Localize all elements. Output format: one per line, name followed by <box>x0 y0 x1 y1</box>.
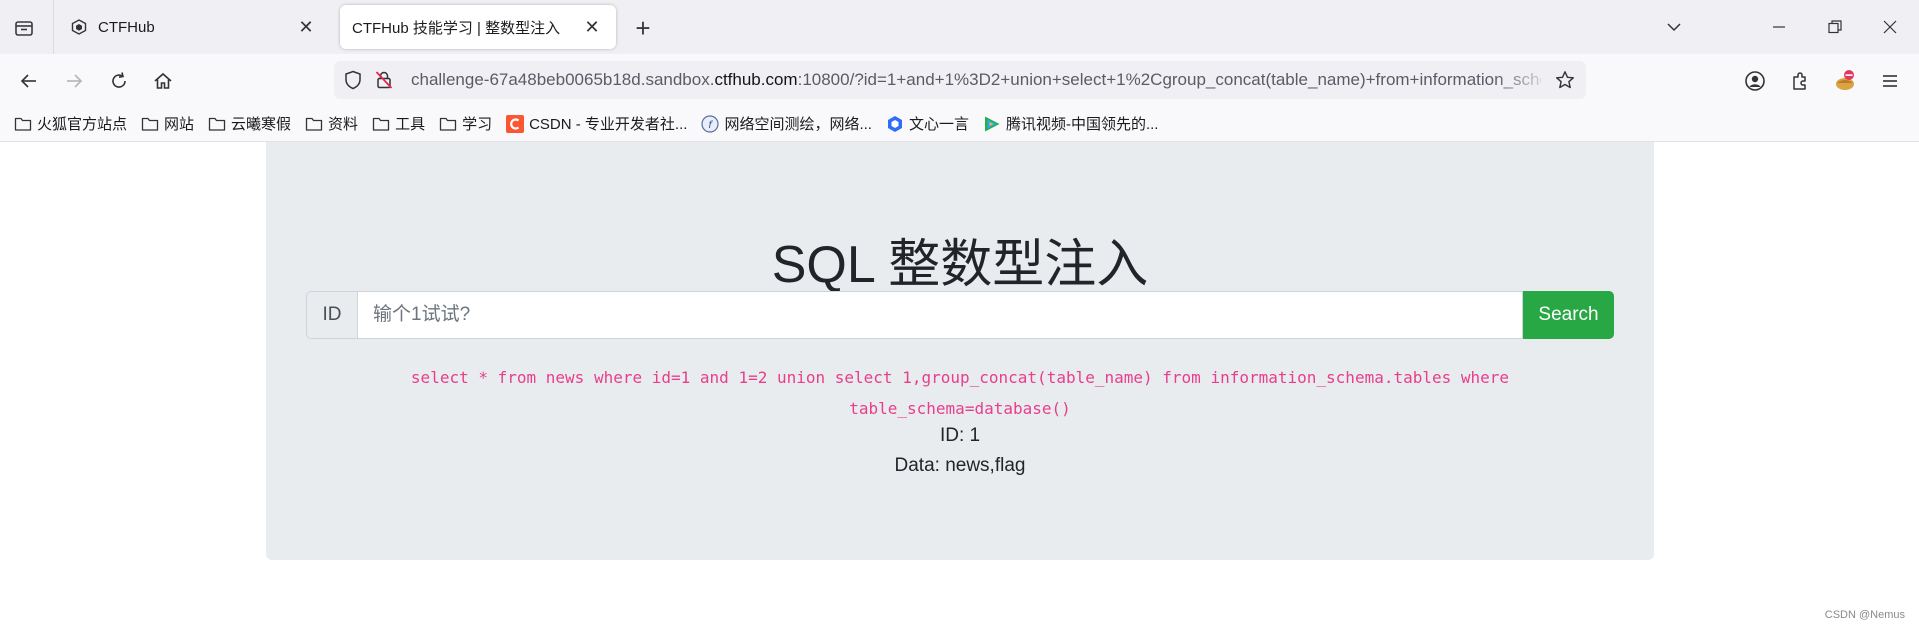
bookmark-folder-xuexi[interactable]: 学习 <box>439 110 492 138</box>
id-input[interactable] <box>357 291 1523 339</box>
bookmark-folder-ziliao[interactable]: 资料 <box>305 110 358 138</box>
tencent-video-icon <box>983 115 1001 133</box>
tab-sql-injection[interactable]: CTFHub 技能学习 | 整数型注入 ✕ <box>340 5 616 49</box>
bookmark-fofa[interactable]: f 网络空间测绘，网络... <box>701 110 872 138</box>
tab-strip: CTFHub ✕ CTFHub 技能学习 | 整数型注入 ✕ + <box>0 0 1919 54</box>
bookmark-label: 工具 <box>395 116 426 133</box>
extension-avatar-icon[interactable] <box>1829 65 1861 97</box>
bookmark-label: 网络空间测绘，网络... <box>724 116 872 133</box>
chevron-down-icon[interactable] <box>1658 12 1690 42</box>
bookmark-csdn[interactable]: CSDN - 专业开发者社... <box>506 110 687 138</box>
bookmark-folder-wangzhan[interactable]: 网站 <box>141 110 194 138</box>
close-window-icon[interactable] <box>1874 12 1906 42</box>
tab-list-icon[interactable] <box>8 12 40 44</box>
tab-divider <box>53 0 54 54</box>
restore-icon[interactable] <box>1819 12 1851 42</box>
bookmark-label: 腾讯视频-中国领先的... <box>1005 116 1159 133</box>
bookmark-label: 火狐官方站点 <box>37 116 128 133</box>
result-data: Data: news,flag <box>894 455 1026 476</box>
sql-query: select * from news where id=1 and 1=2 un… <box>410 368 1510 418</box>
menu-icon[interactable] <box>1874 65 1906 97</box>
close-tab-icon[interactable]: ✕ <box>294 15 318 39</box>
forward-arrow-icon[interactable] <box>58 65 90 97</box>
bookmark-label: 资料 <box>328 116 359 133</box>
folder-icon <box>14 115 32 133</box>
search-button[interactable]: Search <box>1523 291 1614 339</box>
wenxin-icon <box>886 115 904 133</box>
page-content: SQL 整数型注入 ID Search select * from news w… <box>0 142 1919 629</box>
bookmark-tencent-video[interactable]: 腾讯视频-中国领先的... <box>983 110 1159 138</box>
folder-icon <box>208 115 226 133</box>
bookmark-label: 网站 <box>164 116 195 133</box>
ctfhub-favicon-icon <box>70 18 88 36</box>
page-title: SQL 整数型注入 <box>771 236 1149 294</box>
url-prefix: challenge-67a48beb0065b18d.sandbox. <box>411 70 715 89</box>
minimize-icon[interactable] <box>1763 12 1795 42</box>
insecure-lock-icon[interactable] <box>374 70 394 90</box>
new-tab-icon[interactable]: + <box>628 13 658 43</box>
bookmarks-toolbar: 火狐官方站点 网站 云曦寒假 资料 工具 学习 CSDN - 专业开发者社...… <box>0 106 1919 142</box>
result-id: ID: 1 <box>939 425 981 446</box>
bookmark-wenxin[interactable]: 文心一言 <box>886 110 969 138</box>
bookmark-label: 学习 <box>462 116 493 133</box>
jumbotron: SQL 整数型注入 ID Search select * from news w… <box>266 142 1654 560</box>
bookmark-star-icon[interactable] <box>1555 70 1575 90</box>
url-fade <box>1494 63 1554 97</box>
account-icon[interactable] <box>1739 65 1771 97</box>
id-input-group: ID Search <box>306 291 1614 339</box>
bookmark-folder-yunxi[interactable]: 云曦寒假 <box>208 110 291 138</box>
bookmark-label: CSDN - 专业开发者社... <box>529 116 688 133</box>
url-bar[interactable]: challenge-67a48beb0065b18d.sandbox.ctfhu… <box>334 61 1586 99</box>
folder-icon <box>439 115 457 133</box>
close-tab-icon[interactable]: ✕ <box>580 15 604 39</box>
back-arrow-icon[interactable] <box>13 65 45 97</box>
folder-icon <box>372 115 390 133</box>
extensions-icon[interactable] <box>1784 65 1816 97</box>
fofa-icon: f <box>701 114 720 133</box>
url-suffix: :10800/?id=1+and+1%3D2+union+select+1%2C… <box>797 70 1541 89</box>
bookmark-folder-huohu[interactable]: 火狐官方站点 <box>14 110 127 138</box>
folder-icon <box>305 115 323 133</box>
bookmark-label: 云曦寒假 <box>231 116 292 133</box>
url-domain: ctfhub.com <box>714 70 798 89</box>
watermark: CSDN @Nemus <box>1824 609 1905 621</box>
shield-icon[interactable] <box>343 70 363 90</box>
home-icon[interactable] <box>147 65 179 97</box>
url-text[interactable]: challenge-67a48beb0065b18d.sandbox.ctfhu… <box>411 70 1541 90</box>
bookmark-label: 文心一言 <box>908 116 969 133</box>
folder-icon <box>141 115 159 133</box>
tab-title: CTFHub 技能学习 | 整数型注入 <box>352 19 561 37</box>
tab-ctfhub[interactable]: CTFHub ✕ <box>58 5 330 49</box>
bookmark-folder-gongju[interactable]: 工具 <box>372 110 425 138</box>
csdn-icon <box>506 114 525 133</box>
reload-icon[interactable] <box>103 65 135 97</box>
tab-title: CTFHub <box>98 18 155 36</box>
id-prefix-label: ID <box>306 291 357 339</box>
navigation-toolbar: challenge-67a48beb0065b18d.sandbox.ctfhu… <box>0 54 1919 106</box>
